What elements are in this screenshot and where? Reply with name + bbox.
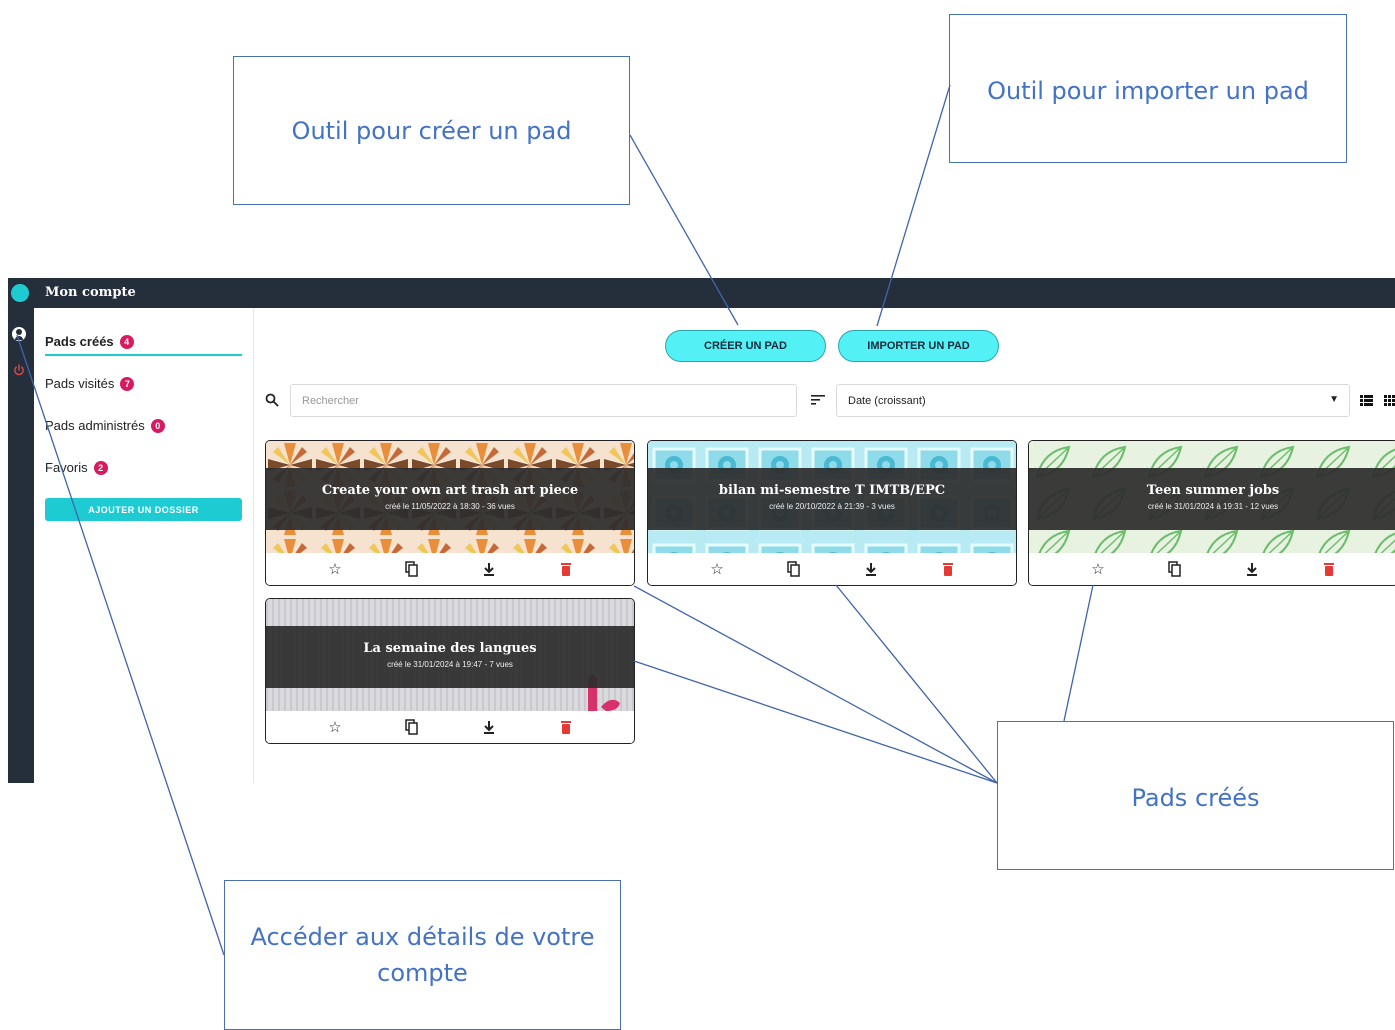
list-view-icon[interactable]: [1360, 395, 1373, 406]
pad-card[interactable]: bilan mi-semestre T IMTB/EPC créé le 20/…: [647, 440, 1017, 586]
pad-meta: créé le 31/01/2024 à 19:31 - 12 vues: [1147, 502, 1279, 511]
pad-actions: ☆: [266, 553, 634, 585]
count-badge: 7: [120, 376, 135, 391]
trash-icon[interactable]: [940, 561, 956, 577]
star-icon[interactable]: ☆: [1090, 561, 1106, 577]
callout-import: Outil pour importer un pad: [949, 14, 1347, 163]
callout-create-text: Outil pour créer un pad: [291, 116, 572, 145]
copy-icon[interactable]: [1167, 561, 1183, 577]
sort-icon[interactable]: [811, 394, 827, 406]
chevron-down-icon: ▼: [1329, 394, 1339, 405]
pad-title[interactable]: bilan mi-semestre T IMTB/EPC: [648, 483, 1016, 498]
download-icon[interactable]: [1244, 561, 1260, 577]
trash-icon[interactable]: [558, 719, 574, 735]
sidebar-item-pads-crees[interactable]: Pads créés 4: [45, 334, 134, 349]
pad-title[interactable]: Create your own art trash art piece: [266, 483, 634, 498]
download-icon[interactable]: [481, 719, 497, 735]
sort-select[interactable]: Date (croissant) ▼: [836, 384, 1350, 417]
callout-pads-text: Pads créés: [1131, 783, 1260, 812]
pad-meta: créé le 31/01/2024 à 19:47 - 7 vues: [387, 660, 513, 669]
import-pad-button[interactable]: IMPORTER UN PAD: [838, 330, 999, 362]
pad-meta: créé le 11/05/2022 à 18:30 - 36 vues: [385, 502, 515, 511]
pad-card-header: bilan mi-semestre T IMTB/EPC créé le 20/…: [648, 468, 1016, 530]
power-icon[interactable]: [13, 364, 25, 376]
sidebar-item-label: Pads créés: [45, 334, 114, 349]
pad-actions: ☆: [266, 711, 634, 743]
pad-title[interactable]: La semaine des langues: [266, 641, 634, 656]
callout-account: Accéder aux détails de votre compte: [224, 880, 621, 1030]
pad-card[interactable]: La semaine des langues créé le 31/01/202…: [265, 598, 635, 744]
pad-title[interactable]: Teen summer jobs: [1029, 483, 1395, 498]
pad-card-header: Teen summer jobs créé le 31/01/2024 à 19…: [1029, 468, 1395, 530]
callout-import-text: Outil pour importer un pad: [987, 77, 1309, 105]
pad-card[interactable]: Teen summer jobs créé le 31/01/2024 à 19…: [1028, 440, 1395, 586]
pad-actions: ☆: [1029, 553, 1395, 585]
count-badge: 2: [93, 460, 108, 475]
search-icon: [265, 393, 279, 407]
pad-actions: ☆: [648, 553, 1016, 585]
top-bar: Mon compte: [8, 278, 1395, 308]
create-pad-button[interactable]: CRÉER UN PAD: [665, 330, 826, 362]
add-folder-button[interactable]: AJOUTER UN DOSSIER: [45, 498, 242, 521]
pad-card[interactable]: Create your own art trash art piece créé…: [265, 440, 635, 586]
sidebar-item-label: Pads administrés: [45, 418, 145, 433]
pad-meta: créé le 20/10/2022 à 21:39 - 3 vues: [769, 502, 895, 511]
callout-pads: Pads créés: [997, 721, 1394, 870]
sidebar-item-pads-visites[interactable]: Pads visités 7: [45, 376, 135, 391]
sidebar: Pads créés 4 Pads visités 7 Pads adminis…: [34, 308, 254, 783]
trash-icon[interactable]: [1321, 561, 1337, 577]
trash-icon[interactable]: [558, 561, 574, 577]
app-window: Mon compte Pads créés 4 Pads visités 7 P…: [8, 278, 1395, 783]
callout-account-text: Accéder aux détails de votre compte: [250, 923, 595, 987]
copy-icon[interactable]: [404, 719, 420, 735]
pad-card-header: La semaine des langues créé le 31/01/202…: [266, 626, 634, 688]
logo-circle[interactable]: [11, 284, 29, 302]
count-badge: 0: [150, 418, 165, 433]
copy-icon[interactable]: [404, 561, 420, 577]
sidebar-item-label: Pads visités: [45, 376, 115, 391]
sidebar-item-pads-administres[interactable]: Pads administrés 0: [45, 418, 165, 433]
sort-selected-value: Date (croissant): [848, 395, 926, 407]
download-icon[interactable]: [863, 561, 879, 577]
star-icon[interactable]: ☆: [327, 719, 343, 735]
download-icon[interactable]: [481, 561, 497, 577]
copy-icon[interactable]: [786, 561, 802, 577]
star-icon[interactable]: ☆: [327, 561, 343, 577]
active-tab-underline: [45, 354, 242, 356]
icon-rail: [8, 308, 34, 783]
grid-view-icon[interactable]: [1384, 395, 1395, 406]
sidebar-item-label: Favoris: [45, 460, 88, 475]
search-input[interactable]: [290, 384, 797, 417]
star-icon[interactable]: ☆: [709, 561, 725, 577]
page-title: Mon compte: [45, 285, 136, 300]
sidebar-item-favoris[interactable]: Favoris 2: [45, 460, 108, 475]
callout-create: Outil pour créer un pad: [233, 56, 630, 205]
account-circle-icon[interactable]: [12, 327, 26, 341]
count-badge: 4: [119, 334, 134, 349]
pad-card-header: Create your own art trash art piece créé…: [266, 468, 634, 530]
